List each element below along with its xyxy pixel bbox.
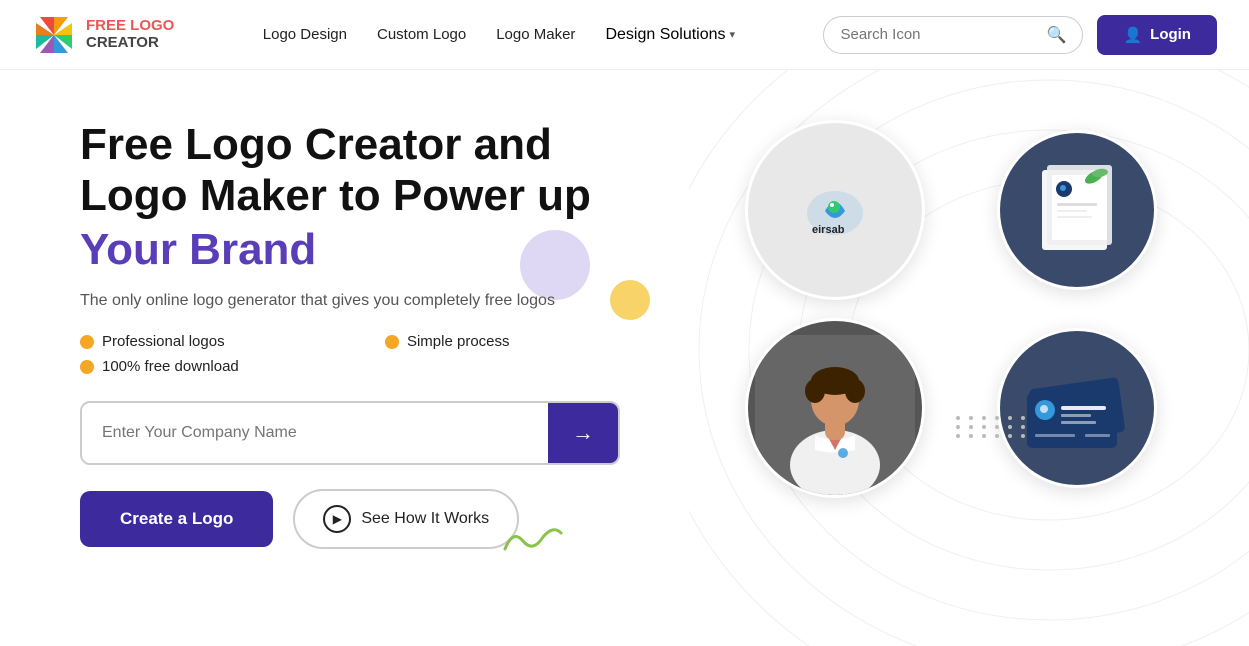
eirsab-icon: eirsab: [800, 183, 870, 238]
hero-section: Free Logo Creator and Logo Maker to Powe…: [0, 70, 1249, 646]
hero-description: The only online logo generator that give…: [80, 289, 580, 313]
logo-text: FREE LOGO CREATOR: [86, 18, 174, 51]
main-nav: Logo Design Custom Logo Logo Maker Desig…: [263, 26, 735, 44]
play-icon: ▶: [323, 505, 351, 533]
hero-right: eirsab: [723, 110, 1189, 498]
logo-icon: [32, 13, 76, 57]
company-name-input[interactable]: [82, 406, 548, 460]
search-input[interactable]: [840, 26, 1038, 43]
squiggle-decoration: [503, 521, 563, 557]
logo-creator: CREATOR: [86, 35, 174, 52]
company-input-row: →: [80, 401, 620, 465]
person-icon: [755, 335, 915, 495]
nav-custom-logo[interactable]: Custom Logo: [377, 26, 466, 43]
user-icon: 👤: [1123, 26, 1142, 44]
logo[interactable]: FREE LOGO CREATOR: [32, 13, 174, 57]
feature-dot-3: [80, 360, 94, 374]
hero-left: Free Logo Creator and Logo Maker to Powe…: [80, 110, 690, 549]
search-icon: 🔍: [1047, 25, 1067, 45]
features-list: Professional logos Simple process 100% f…: [80, 333, 690, 375]
header-right: 🔍 👤 Login: [823, 15, 1217, 55]
feature-simple: Simple process: [385, 333, 690, 350]
nav-design-solutions[interactable]: Design Solutions ▾: [605, 26, 735, 44]
preview-stationery: [997, 130, 1157, 290]
feature-dot-2: [385, 335, 399, 349]
feature-label-1: Professional logos: [102, 333, 225, 350]
preview-eirsab-logo: eirsab: [745, 120, 925, 300]
arrow-right-icon: →: [572, 420, 594, 446]
login-button[interactable]: 👤 Login: [1097, 15, 1217, 55]
feature-free: 100% free download: [80, 358, 385, 375]
nav-logo-maker[interactable]: Logo Maker: [496, 26, 575, 43]
stationery-icon: [1022, 155, 1132, 265]
search-box[interactable]: 🔍: [823, 16, 1083, 54]
feature-label-2: Simple process: [407, 333, 510, 350]
submit-arrow-button[interactable]: →: [548, 403, 618, 463]
feature-label-3: 100% free download: [102, 358, 239, 375]
cta-row: Create a Logo ▶ See How It Works: [80, 489, 690, 549]
see-how-button[interactable]: ▶ See How It Works: [293, 489, 519, 549]
header: FREE LOGO CREATOR Logo Design Custom Log…: [0, 0, 1249, 70]
dots-pattern: [956, 416, 1029, 438]
feature-dot-1: [80, 335, 94, 349]
hero-brand: Your Brand: [80, 225, 690, 275]
svg-text:eirsab: eirsab: [812, 224, 845, 236]
nav-logo-design[interactable]: Logo Design: [263, 26, 347, 43]
chevron-down-icon: ▾: [730, 28, 736, 41]
feature-professional: Professional logos: [80, 333, 385, 350]
hero-title: Free Logo Creator and Logo Maker to Powe…: [80, 120, 690, 221]
preview-business-cards: [997, 328, 1157, 488]
logo-free: FREE LOGO: [86, 18, 174, 35]
business-card-icon: [1017, 348, 1137, 468]
create-logo-button[interactable]: Create a Logo: [80, 491, 273, 547]
preview-person: [745, 318, 925, 498]
